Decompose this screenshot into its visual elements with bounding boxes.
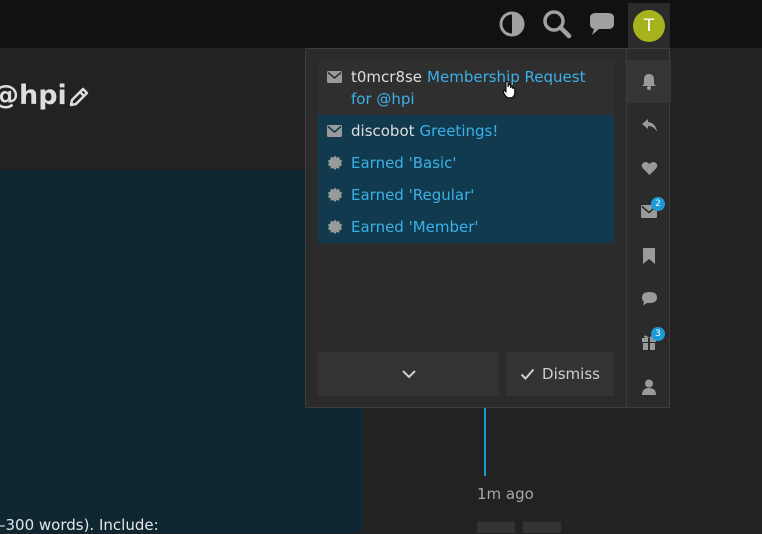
dismiss-label: Dismiss (542, 365, 600, 383)
notification-text: Earned 'Regular' (351, 186, 475, 204)
notification-item[interactable]: Earned 'Basic' (318, 147, 614, 179)
heart-icon (641, 161, 658, 176)
bell-icon (641, 73, 657, 90)
show-more-button[interactable] (318, 352, 499, 396)
notification-user: t0mcr8se (351, 68, 423, 86)
tab-likes[interactable] (627, 147, 671, 190)
notification-item[interactable]: t0mcr8se Membership Request for @hpi (318, 61, 614, 115)
pencil-icon[interactable] (68, 86, 90, 112)
tab-all-notifications[interactable] (627, 60, 671, 103)
notification-text: Greetings! (419, 122, 499, 140)
notification-item[interactable]: Earned 'Member' (318, 211, 614, 243)
envelope-icon (327, 120, 343, 142)
avatar: T (633, 10, 665, 42)
notification-item[interactable]: Earned 'Regular' (318, 179, 614, 211)
envelope-icon (327, 66, 343, 88)
timeline-control[interactable] (523, 522, 561, 533)
bookmark-icon (643, 247, 655, 264)
tab-profile[interactable] (627, 365, 671, 408)
search-icon[interactable] (541, 8, 573, 40)
messages-count-badge: 2 (651, 197, 665, 211)
user-menu-button[interactable]: T (628, 3, 670, 49)
post-text: –300 words). Include: (0, 516, 159, 534)
mouse-cursor (502, 80, 516, 103)
timeline-time-ago: 1m ago (477, 485, 534, 503)
tab-chat[interactable] (627, 277, 671, 320)
theme-toggle-icon[interactable] (496, 8, 528, 40)
notification-text: Earned 'Basic' (351, 154, 457, 172)
check-icon (520, 368, 535, 380)
notification-item[interactable]: discobot Greetings! (318, 115, 614, 147)
topic-title: @hpi (0, 80, 67, 111)
dismiss-button[interactable]: Dismiss (506, 352, 614, 396)
tab-bookmarks[interactable] (627, 234, 671, 277)
tab-messages[interactable]: 2 (627, 190, 671, 233)
badges-count-badge: 3 (651, 327, 665, 341)
notifications-panel: t0mcr8se Membership Request for @hpi disc… (305, 48, 671, 408)
tab-badges[interactable]: 3 (627, 320, 671, 363)
tab-replies[interactable] (627, 104, 671, 147)
chevron-down-icon (401, 365, 417, 383)
notification-user: discobot (351, 122, 415, 140)
chat-icon[interactable] (586, 8, 618, 40)
badge-icon (327, 184, 343, 206)
notification-text: Earned 'Member' (351, 218, 479, 236)
badge-icon (327, 216, 343, 238)
timeline-control[interactable] (477, 522, 515, 533)
timeline-scroller[interactable] (484, 408, 486, 476)
chat-bubble-icon (641, 291, 658, 306)
reply-icon (641, 118, 658, 133)
user-icon (642, 379, 656, 395)
notification-list: t0mcr8se Membership Request for @hpi disc… (318, 61, 614, 243)
badge-icon (327, 152, 343, 174)
notification-tabs: 2 3 (626, 49, 671, 408)
